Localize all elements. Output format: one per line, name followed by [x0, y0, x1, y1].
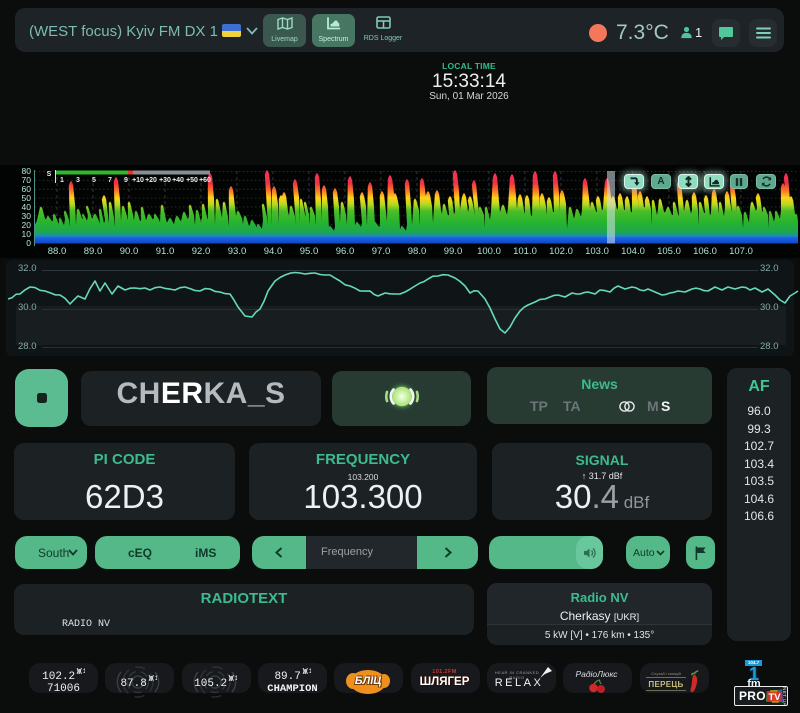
svg-text:+50: +50 — [186, 177, 198, 184]
svg-text:93.0: 93.0 — [228, 246, 247, 257]
svg-text:100.0: 100.0 — [477, 246, 501, 257]
svg-text:30.0: 30.0 — [760, 302, 779, 313]
svg-text:91.0: 91.0 — [156, 246, 175, 257]
svg-text:3: 3 — [76, 177, 80, 184]
svg-text:88.0: 88.0 — [48, 246, 67, 257]
svg-text:0: 0 — [26, 238, 31, 248]
svg-text:101.0: 101.0 — [513, 246, 537, 257]
svg-text:1: 1 — [83, 668, 85, 675]
svg-text:102.0: 102.0 — [549, 246, 573, 257]
svg-text:106.0: 106.0 — [693, 246, 717, 257]
svg-text:104.0: 104.0 — [621, 246, 645, 257]
svg-text:30.0: 30.0 — [18, 302, 37, 313]
svg-text:1: 1 — [155, 675, 157, 682]
svg-text:+60: +60 — [199, 177, 211, 184]
svg-text:+20: +20 — [145, 177, 157, 184]
svg-text:1: 1 — [309, 668, 311, 675]
svg-text:89.0: 89.0 — [84, 246, 103, 257]
svg-text:32.0: 32.0 — [18, 263, 37, 274]
svg-text:98.0: 98.0 — [408, 246, 427, 257]
svg-text:90.0: 90.0 — [120, 246, 139, 257]
svg-text:32.0: 32.0 — [760, 263, 779, 274]
svg-text:103.0: 103.0 — [585, 246, 609, 257]
svg-text:94.0: 94.0 — [264, 246, 283, 257]
svg-text:+10: +10 — [132, 177, 144, 184]
svg-text:97.0: 97.0 — [372, 246, 391, 257]
svg-text:1: 1 — [60, 177, 64, 184]
svg-text:5: 5 — [92, 177, 96, 184]
svg-text:TV: TV — [768, 692, 781, 703]
svg-text:28.0: 28.0 — [18, 341, 37, 352]
svg-text:95.0: 95.0 — [300, 246, 319, 257]
svg-text:105.0: 105.0 — [657, 246, 681, 257]
svg-text:92.0: 92.0 — [192, 246, 211, 257]
svg-text:+40: +40 — [172, 177, 184, 184]
svg-text:7: 7 — [108, 177, 112, 184]
svg-text:9: 9 — [124, 177, 128, 184]
svg-text:107.0: 107.0 — [729, 246, 753, 257]
svg-text:+30: +30 — [159, 177, 171, 184]
svg-text:1: 1 — [235, 675, 237, 682]
svg-text:96.0: 96.0 — [336, 246, 355, 257]
svg-text:S: S — [47, 171, 52, 178]
svg-text:28.0: 28.0 — [760, 341, 779, 352]
svg-text:99.0: 99.0 — [444, 246, 463, 257]
